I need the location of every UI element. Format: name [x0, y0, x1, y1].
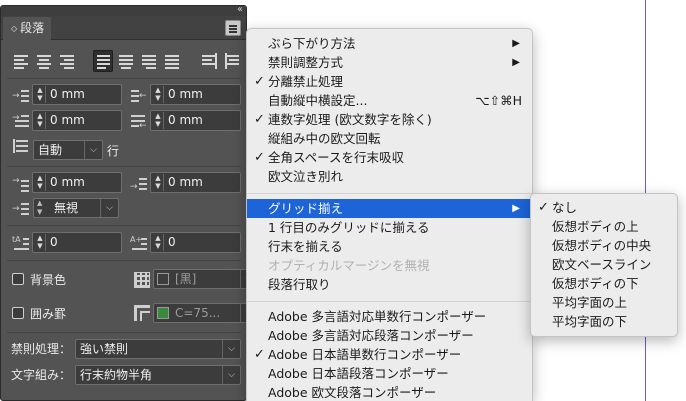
menu-item-grid-align[interactable]: グリッド揃え ▶ [247, 199, 532, 218]
align-left-icon[interactable] [11, 50, 31, 72]
kinsoku-label: 禁則処理： [11, 342, 72, 356]
paragraph-panel: ‹‹ ◇ 段落 → ▲ ▼ 0 mm ← ▲ ▼ 0 mm → ▲ ▼ 0 mm ← ▲ ▼ 0 … [0, 4, 257, 401]
divider [7, 260, 241, 261]
menu-shortcut: ⌥⇧⌘H [475, 93, 522, 108]
left-indent-field[interactable]: ▲ ▼ 0 mm [32, 84, 122, 105]
menu-item-adobe-world-single[interactable]: Adobe 多言語対応単数行コンポーザー [247, 307, 532, 326]
menu-item-adobe-japanese-single[interactable]: ✓ Adobe 日本語単数行コンポーザー [247, 345, 532, 364]
menu-item-first-line-grid[interactable]: 1 行目のみグリッドに揃える [247, 218, 532, 237]
align-center-icon[interactable] [34, 50, 54, 72]
menu-item-kinsoku-type[interactable]: 禁則調整方式 ▶ [247, 53, 532, 72]
checkmark-icon: ✓ [254, 74, 265, 89]
collapse-panel-icon[interactable]: ‹‹ [237, 4, 243, 16]
panel-menu-button[interactable] [225, 20, 241, 36]
panel-title-strip[interactable]: ‹‹ [1, 4, 246, 16]
align-toward-spine-icon[interactable] [199, 50, 219, 72]
dropcap-chars-icon: A+ [130, 235, 148, 251]
space-before-icon: → [12, 176, 30, 192]
grid-lines-icon [12, 138, 30, 154]
menu-separator [247, 193, 532, 194]
first-line-indent-icon: → [12, 113, 30, 129]
shading-settings-icon[interactable] [134, 272, 150, 288]
checkmark-icon: ✓ [254, 347, 265, 362]
space-after-icon: → [130, 176, 148, 192]
align-right-icon[interactable] [57, 50, 77, 72]
panel-flyout-menu: ぶら下がり方法 ▶ 禁則調整方式 ▶ ✓ 分離禁止処理 自動縦中横設定... ⌥⇧⌘H … [246, 28, 533, 401]
shading-swatch-dropdown[interactable]: [黒]⌵ [153, 269, 257, 289]
space-between-icon: → [12, 201, 30, 217]
menu-separator [247, 301, 532, 302]
menu-item-roman-split[interactable]: 欧文泣き別れ [247, 167, 532, 186]
panel-tab-bar: ◇ 段落 [1, 16, 246, 40]
border-label: 囲み罫 [30, 307, 67, 321]
stepper-icon: ▲ ▼ [37, 199, 43, 216]
submenu-item-roman-baseline[interactable]: 欧文ベースライン [531, 255, 677, 274]
space-between-dropdown[interactable]: ▲ ▼ 無視 ⌵ [33, 198, 119, 218]
tab-paragraph-label: 段落 [20, 21, 45, 35]
submenu-item-none[interactable]: ✓ なし [531, 198, 677, 217]
shading-checkbox[interactable] [12, 273, 24, 285]
justify-right-icon[interactable] [139, 50, 159, 72]
checkmark-icon: ✓ [254, 112, 265, 127]
grid-align-submenu: ✓ なし 仮想ボディの上 仮想ボディの中央 欧文ベースライン 仮想ボディの下 平均… [530, 193, 678, 337]
submenu-item-embox-top[interactable]: 仮想ボディの上 [531, 217, 677, 236]
space-before-field[interactable]: ▲ ▼ 0 mm [32, 172, 122, 193]
border-checkbox[interactable] [12, 307, 24, 319]
first-line-indent-field[interactable]: ▲ ▼ 0 mm [32, 110, 122, 131]
menu-item-no-break[interactable]: ✓ 分離禁止処理 [247, 72, 532, 91]
border-settings-icon[interactable] [134, 305, 150, 321]
last-line-indent-icon: ← [130, 113, 148, 131]
submenu-arrow-icon: ▶ [512, 203, 520, 214]
left-indent-icon: → [12, 88, 30, 104]
menu-item-optical-margin: オプティカルマージンを無視 [268, 258, 430, 273]
tab-paragraph[interactable]: ◇ 段落 [3, 17, 51, 40]
menu-item-roman-rotate[interactable]: 縦組み中の欧文回転 [247, 129, 532, 148]
border-swatch-dropdown[interactable]: C=75...⌵ [153, 303, 257, 323]
line-unit-label: 行 [107, 144, 120, 158]
space-after-field[interactable]: ▲ ▼ 0 mm [150, 172, 241, 193]
shading-color-swatch [157, 273, 169, 285]
divider [7, 332, 241, 333]
menu-item-auto-tcy[interactable]: 自動縦中横設定... ⌥⇧⌘H [247, 91, 532, 110]
border-color-swatch [157, 307, 169, 319]
grid-lines-dropdown[interactable]: 自動 ⌵ [33, 140, 103, 160]
menu-item-align-line-end[interactable]: 行末を揃える [247, 237, 532, 256]
shading-label: 背景色 [30, 273, 67, 287]
menu-item-hanging[interactable]: ぶら下がり方法 ▶ [247, 34, 532, 53]
justify-left-icon[interactable] [93, 50, 113, 72]
justify-all-icon[interactable] [162, 50, 182, 72]
mojikumi-dropdown[interactable]: 行末約物半角 ⌵ [75, 365, 241, 385]
submenu-item-icf-top[interactable]: 平均字面の上 [531, 293, 677, 312]
menu-item-adobe-world-paragraph[interactable]: Adobe 多言語対応段落コンポーザー [247, 326, 532, 345]
submenu-item-embox-bottom[interactable]: 仮想ボディの下 [531, 274, 677, 293]
checkmark-icon: ✓ [538, 200, 549, 215]
divider [7, 225, 241, 226]
last-line-indent-field[interactable]: ▲ ▼ 0 mm [150, 110, 241, 131]
dropcap-lines-field[interactable]: ▲ ▼ 0 [32, 232, 122, 253]
submenu-item-icf-bottom[interactable]: 平均字面の下 [531, 312, 677, 331]
kinsoku-dropdown[interactable]: 強い禁則 ⌵ [75, 339, 241, 359]
mojikumi-label: 文字組み： [11, 368, 72, 382]
justify-center-icon[interactable] [116, 50, 136, 72]
tab-expand-icon[interactable]: ◇ [11, 24, 17, 33]
menu-item-number-handling[interactable]: ✓ 連数字処理 (欧文数字を除く) [247, 110, 532, 129]
divider [7, 166, 241, 167]
dropcap-chars-field[interactable]: ▲ ▼ 0 [150, 232, 241, 253]
dropcap-lines-icon: tA [12, 235, 30, 251]
submenu-arrow-icon: ▶ [512, 38, 520, 49]
alignment-buttons [11, 50, 243, 72]
align-away-from-spine-icon[interactable] [222, 50, 242, 72]
right-indent-field[interactable]: ▲ ▼ 0 mm [150, 84, 241, 105]
submenu-arrow-icon: ▶ [512, 57, 520, 68]
menu-item-adobe-japanese-paragraph[interactable]: Adobe 日本語段落コンポーザー [247, 364, 532, 383]
menu-item-adobe-roman-paragraph[interactable]: Adobe 欧文段落コンポーザー [247, 383, 532, 401]
divider [7, 78, 241, 79]
menu-item-fullwidth-space[interactable]: ✓ 全角スペースを行末吸収 [247, 148, 532, 167]
checkmark-icon: ✓ [254, 150, 265, 165]
menu-item-paragraph-spacing[interactable]: 段落行取り [247, 275, 532, 294]
right-indent-icon: ← [130, 88, 148, 104]
submenu-item-embox-center[interactable]: 仮想ボディの中央 [531, 236, 677, 255]
